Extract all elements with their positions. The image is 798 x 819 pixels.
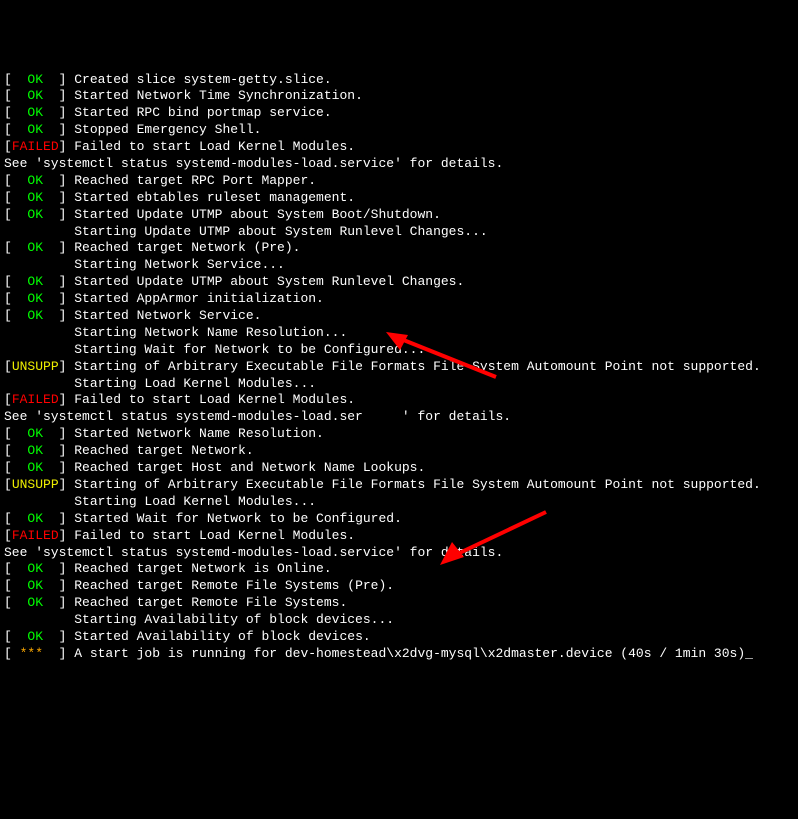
- boot-log-line: [ OK ] Created slice system-getty.slice.: [4, 72, 794, 89]
- boot-log-line: [ *** ] A start job is running for dev-h…: [4, 646, 794, 663]
- annotation-arrow-2: [420, 490, 556, 573]
- boot-log-line: See 'systemctl status systemd-modules-lo…: [4, 409, 794, 426]
- boot-log-line: See 'systemctl status systemd-modules-lo…: [4, 156, 794, 173]
- boot-log-line: [UNSUPP] Starting of Arbitrary Executabl…: [4, 477, 794, 494]
- boot-log-line: [ OK ] Reached target Remote File System…: [4, 595, 794, 612]
- boot-log-line: [ OK ] Reached target Network is Online.: [4, 561, 794, 578]
- boot-log-line: [ OK ] Started ebtables ruleset manageme…: [4, 190, 794, 207]
- boot-log-line: [FAILED] Failed to start Load Kernel Mod…: [4, 392, 794, 409]
- boot-log-line: [ OK ] Reached target RPC Port Mapper.: [4, 173, 794, 190]
- boot-log-line: [ OK ] Started Update UTMP about System …: [4, 274, 794, 291]
- boot-log-line: [ OK ] Reached target Network (Pre).: [4, 240, 794, 257]
- boot-log-line: [ OK ] Started AppArmor initialization.: [4, 291, 794, 308]
- boot-log-line: [ OK ] Reached target Remote File System…: [4, 578, 794, 595]
- boot-log-line: Starting Network Service...: [4, 257, 794, 274]
- boot-log-line: [ OK ] Reached target Network.: [4, 443, 794, 460]
- boot-log-line: Starting Availability of block devices..…: [4, 612, 794, 629]
- boot-log-line: [FAILED] Failed to start Load Kernel Mod…: [4, 139, 794, 156]
- annotation-arrow-1: [370, 315, 506, 388]
- boot-log-line: Starting Load Kernel Modules...: [4, 494, 794, 511]
- boot-log-line: [ OK ] Started RPC bind portmap service.: [4, 105, 794, 122]
- boot-log-line: [ OK ] Started Availability of block dev…: [4, 629, 794, 646]
- boot-log-line: [FAILED] Failed to start Load Kernel Mod…: [4, 528, 794, 545]
- boot-log-line: [ OK ] Started Update UTMP about System …: [4, 207, 794, 224]
- boot-log-line: [ OK ] Stopped Emergency Shell.: [4, 122, 794, 139]
- boot-log-line: [ OK ] Started Network Time Synchronizat…: [4, 88, 794, 105]
- boot-log-line: [ OK ] Reached target Host and Network N…: [4, 460, 794, 477]
- boot-log-line: [ OK ] Started Network Name Resolution.: [4, 426, 794, 443]
- boot-log-line: Starting Update UTMP about System Runlev…: [4, 224, 794, 241]
- boot-log-line: [ OK ] Started Wait for Network to be Co…: [4, 511, 794, 528]
- boot-log-line: See 'systemctl status systemd-modules-lo…: [4, 545, 794, 562]
